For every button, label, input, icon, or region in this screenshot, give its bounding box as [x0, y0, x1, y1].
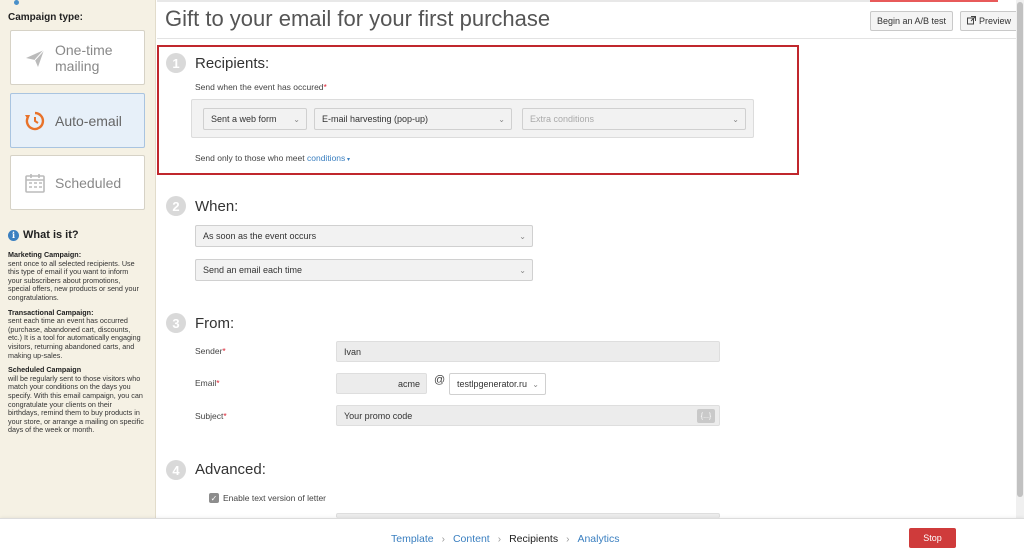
what-is-it-label: What is it?	[23, 229, 79, 241]
what-is-it-heading: i What is it?	[8, 229, 79, 241]
chevron-down-icon: ⌄	[532, 380, 539, 389]
stop-button[interactable]: Stop	[909, 528, 956, 548]
required-mark: *	[323, 82, 327, 92]
sender-label-text: Sender	[195, 346, 223, 356]
event-label-text: Send when the event has occured	[195, 82, 324, 92]
form-select[interactable]: E-mail harvesting (pop-up) ⌄	[314, 108, 512, 130]
info-icon: i	[8, 229, 19, 241]
desc-text: sent each time an event has occurred (pu…	[8, 316, 141, 360]
advanced-title: Advanced:	[195, 461, 266, 478]
main-content: Gift to your email for your first purcha…	[157, 0, 1024, 518]
sidebar-dot	[14, 0, 19, 5]
chevron-down-icon: ⌄	[519, 266, 526, 275]
extra-conditions-select[interactable]: Extra conditions ⌄	[522, 108, 746, 130]
select-value: Send an email each time	[203, 265, 303, 275]
step-content[interactable]: Content	[453, 533, 490, 545]
footer-bar: Template › Content › Recipients › Analyt…	[0, 518, 1024, 556]
step-number: 4	[166, 460, 186, 480]
timing-select[interactable]: As soon as the event occurs ⌄	[195, 225, 533, 247]
app: Campaign type: One-time mailing Auto-ema…	[0, 0, 1024, 556]
caret-down-icon: ▾	[345, 157, 350, 163]
subject-input[interactable]: Your promo code {...}	[336, 405, 720, 426]
text-version-label: Enable text version of letter	[223, 493, 327, 503]
chevron-right-icon: ›	[497, 533, 502, 545]
desc-text: will be regularly sent to those visitors…	[8, 373, 144, 435]
required-mark: *	[223, 411, 227, 421]
type-label: One-time mailing	[55, 41, 113, 74]
step-analytics[interactable]: Analytics	[577, 533, 619, 545]
desc-marketing: Marketing Campaign: sent once to all sele…	[8, 250, 144, 303]
meet-text: Send only to those who meet	[195, 153, 305, 163]
chevron-down-icon: ⌄	[732, 115, 739, 124]
desc-text: sent once to all selected recipients. Us…	[8, 258, 139, 302]
preview-label: Preview	[979, 16, 1012, 26]
step-recipients[interactable]: Recipients	[509, 533, 558, 545]
at-sign: @	[434, 374, 446, 386]
event-type-select[interactable]: Sent a web form ⌄	[203, 108, 307, 130]
type-scheduled[interactable]: Scheduled	[10, 155, 145, 210]
subject-label-text: Subject	[195, 411, 224, 421]
meet-conditions-row: Send only to those who meet conditions ▾	[195, 153, 350, 163]
scrollbar-thumb[interactable]	[1017, 2, 1023, 497]
sender-input[interactable]: Ivan	[336, 341, 720, 362]
chevron-right-icon: ›	[566, 533, 570, 545]
select-value: Extra conditions	[530, 114, 595, 124]
frequency-select[interactable]: Send an email each time ⌄	[195, 259, 533, 281]
step-template[interactable]: Template	[391, 533, 434, 545]
insert-variable-button[interactable]: {...}	[697, 409, 715, 423]
top-strip-accent	[870, 0, 998, 2]
conditions-link[interactable]: conditions	[307, 153, 345, 163]
type-label: Scheduled	[55, 174, 122, 191]
auto-refresh-icon	[23, 109, 47, 133]
campaign-type-title: Campaign type:	[8, 12, 84, 23]
calendar-icon	[23, 171, 47, 195]
external-link-icon	[967, 15, 976, 27]
email-domain-select[interactable]: testlpgenerator.ru ⌄	[449, 373, 546, 395]
required-mark: *	[216, 378, 220, 388]
preview-button[interactable]: Preview	[960, 11, 1019, 31]
email-local-input[interactable]: acme	[336, 373, 427, 394]
ab-test-button[interactable]: Begin an A/B test	[870, 11, 954, 31]
chevron-down-icon: ⌄	[293, 115, 300, 124]
desc-transactional: Transactional Campaign: sent each time an…	[8, 308, 144, 361]
sender-label: Sender*	[195, 346, 226, 356]
from-title: From:	[195, 315, 235, 332]
step-number: 1	[166, 53, 186, 73]
step-number: 2	[166, 196, 186, 216]
recipients-title: Recipients:	[195, 55, 270, 72]
required-mark: *	[222, 346, 226, 356]
step-breadcrumb: Template › Content › Recipients › Analyt…	[391, 533, 619, 545]
select-value: Sent a web form	[211, 114, 277, 124]
when-title: When:	[195, 198, 239, 215]
page-title: Gift to your email for your first purcha…	[165, 6, 551, 31]
subject-value: Your promo code	[344, 410, 413, 421]
select-value: testlpgenerator.ru	[457, 379, 528, 389]
event-label: Send when the event has occured*	[195, 82, 327, 92]
type-auto-email[interactable]: Auto-email	[10, 93, 145, 148]
vertical-scrollbar[interactable]	[1016, 0, 1024, 518]
sidebar: Campaign type: One-time mailing Auto-ema…	[0, 0, 156, 518]
type-one-time-mailing[interactable]: One-time mailing	[10, 30, 145, 85]
email-label-text: Email	[195, 378, 217, 388]
select-value: E-mail harvesting (pop-up)	[322, 114, 429, 124]
event-conditions-box: Sent a web form ⌄ E-mail harvesting (pop-…	[191, 99, 754, 138]
top-strip	[157, 0, 870, 2]
type-label: Auto-email	[55, 112, 122, 129]
paper-plane-icon	[23, 46, 47, 70]
desc-scheduled: Scheduled Campaign will be regularly sent…	[8, 366, 144, 435]
chevron-down-icon: ⌄	[498, 115, 505, 124]
select-value: As soon as the event occurs	[203, 231, 317, 241]
title-divider	[157, 38, 1024, 39]
text-version-checkbox[interactable]: ✓	[209, 493, 219, 503]
chevron-down-icon: ⌄	[519, 232, 526, 241]
email-label: Email*	[195, 378, 220, 388]
chevron-right-icon: ›	[441, 533, 445, 545]
step-number: 3	[166, 313, 186, 333]
campaign-descriptions: Marketing Campaign: sent once to all sele…	[8, 250, 144, 441]
subject-label: Subject*	[195, 411, 227, 421]
